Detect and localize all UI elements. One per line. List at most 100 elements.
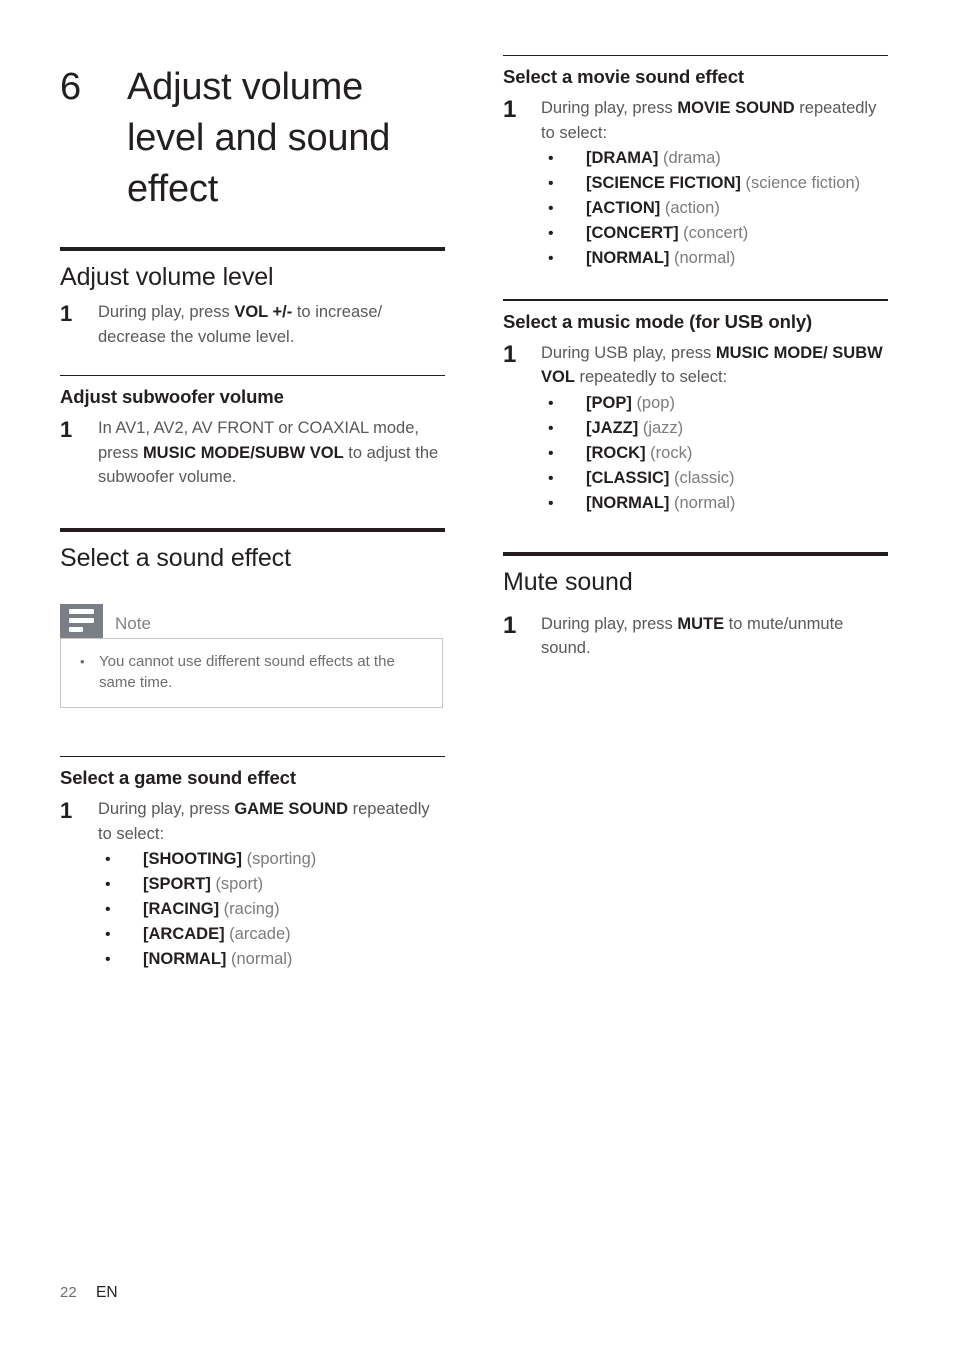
option-term: [POP] [586, 393, 632, 412]
step-key: VOL +/- [234, 303, 293, 321]
section-heading-select-a-movie-sound-effect: Select a movie sound effect [503, 66, 744, 88]
section-heading-select-a-game-sound-effect: Select a game sound effect [60, 767, 296, 789]
option-list-music-mode: • [POP] (pop) • [JAZZ] (jazz) • [ROCK] (roc… [541, 391, 888, 516]
option-desc: (pop) [636, 393, 675, 412]
bullet-icon: • [105, 926, 111, 944]
option-term: [DRAMA] [586, 149, 659, 168]
step-select-music-mode: 1 During USB play, press MUSIC MODE/ SUB… [503, 341, 888, 390]
step-text: During play, press MOVIE SOUND repeatedl… [541, 96, 888, 145]
option-term: [NORMAL] [143, 950, 227, 969]
bullet-icon: • [548, 494, 554, 512]
section-heading-adjust-volume-level: Adjust volume level [60, 263, 274, 291]
option-list-game-sound: • [SHOOTING] (sporting) • [SPORT] (sport) … [98, 847, 445, 972]
step-mute-sound: 1 During play, press MUTE to mute/unmute… [503, 612, 888, 661]
option-desc: (jazz) [642, 418, 684, 437]
option-desc: (rock) [650, 443, 693, 462]
option-desc: (arcade) [229, 925, 291, 944]
option-term: [RACING] [143, 900, 220, 919]
option-desc: (normal) [231, 950, 293, 969]
section-select-a-sound-effect: Select a sound effect Note • You cannot u… [60, 527, 445, 708]
option-desc: (drama) [663, 149, 721, 168]
option-term: [ROCK] [586, 443, 646, 462]
right-column: Select a movie sound effect 1 During pla… [503, 0, 888, 661]
step-number: 1 [503, 611, 517, 639]
section-heading-mute-sound: Mute sound [503, 567, 633, 596]
option-list-movie-sound: • [DRAMA] (drama) • [SCIENCE FICTION] (sci… [541, 146, 888, 271]
step-text-before: During USB play, press [541, 343, 716, 362]
step-text: During play, press GAME SOUND repeatedly… [98, 797, 445, 846]
option-term: [SPORT] [143, 875, 211, 894]
bullet-icon: • [548, 150, 554, 168]
note-icon-bar [69, 618, 94, 624]
manual-page: 6 Adjust volume level and sound effect A… [0, 0, 954, 1350]
chapter-heading: 6 Adjust volume level and sound effect [60, 0, 445, 215]
bullet-icon: • [105, 901, 111, 919]
section-heading-select-a-sound-effect: Select a sound effect [60, 543, 291, 572]
step-text-before: During play, press [541, 99, 678, 118]
note-label: Note [115, 613, 151, 633]
option-list-item: • [SCIENCE FICTION] (science fiction) [541, 171, 888, 196]
option-list-item: • [POP] (pop) [541, 391, 888, 416]
step-select-movie-sound: 1 During play, press MOVIE SOUND repeate… [503, 96, 888, 145]
note-icon [60, 603, 103, 638]
bullet-icon: • [105, 851, 111, 869]
note-box: Note • You cannot use different sound eff… [60, 603, 443, 708]
footer-language: EN [96, 1284, 118, 1301]
bullet-icon: • [548, 444, 554, 462]
step-text: During USB play, press MUSIC MODE/ SUBW … [541, 341, 888, 390]
section-rule-thin [60, 375, 445, 377]
section-adjust-subwoofer-volume: Adjust subwoofer volume 1 In AV1, AV2, A… [60, 375, 445, 490]
step-number: 1 [60, 301, 73, 326]
bullet-icon: • [548, 469, 554, 487]
section-heading-adjust-subwoofer-volume: Adjust subwoofer volume [60, 386, 284, 408]
option-list-item: • [NORMAL] (normal) [541, 246, 888, 271]
step-text-before: During play, press [98, 303, 235, 321]
option-list-item: • [ARCADE] (arcade) [98, 922, 445, 947]
page-number: 22 [60, 1284, 77, 1301]
option-list-item: • [SPORT] (sport) [98, 872, 445, 897]
option-desc: (action) [664, 199, 720, 218]
option-desc: (sporting) [246, 850, 317, 869]
option-desc: (sport) [215, 875, 264, 894]
bullet-icon: • [105, 876, 111, 894]
bullet-icon: • [80, 653, 85, 669]
section-rule-thin [503, 299, 888, 301]
step-text-before: During play, press [541, 614, 678, 633]
note-item-text: You cannot use different sound effects a… [99, 652, 395, 691]
option-list-item: • [CLASSIC] (classic) [541, 466, 888, 491]
section-rule-thick [60, 527, 445, 532]
section-heading-select-a-music-mode: Select a music mode (for USB only) [503, 310, 813, 332]
bullet-icon: • [548, 419, 554, 437]
option-list-item: • [NORMAL] (normal) [98, 947, 445, 972]
option-list-item: • [NORMAL] (normal) [541, 491, 888, 516]
note-list: • You cannot use different sound effects … [75, 651, 428, 693]
chapter-title: Adjust volume level and sound effect [127, 66, 391, 210]
option-list-item: • [ACTION] (action) [541, 196, 888, 221]
option-list-item: • [RACING] (racing) [98, 897, 445, 922]
bullet-icon: • [548, 225, 554, 243]
option-desc: (normal) [674, 493, 736, 512]
option-desc: (normal) [674, 249, 736, 268]
bullet-icon: • [548, 175, 554, 193]
option-term: [JAZZ] [586, 418, 639, 437]
bullet-icon: • [548, 394, 554, 412]
bullet-icon: • [548, 200, 554, 218]
step-key: MOVIE SOUND [677, 99, 795, 118]
section-rule-thin [503, 55, 888, 57]
option-term: [CONCERT] [586, 224, 679, 243]
option-term: [SCIENCE FICTION] [586, 174, 741, 193]
section-select-a-music-mode: Select a music mode (for USB only) 1 Dur… [503, 299, 888, 515]
note-body: • You cannot use different sound effects … [60, 637, 443, 708]
step-number: 1 [60, 798, 73, 824]
step-key: MUTE [677, 614, 725, 633]
bullet-icon: • [548, 250, 554, 268]
note-list-item: • You cannot use different sound effects … [75, 651, 428, 693]
section-rule-thin [60, 755, 445, 758]
option-term: [NORMAL] [586, 493, 670, 512]
option-list-item: • [JAZZ] (jazz) [541, 416, 888, 441]
option-list-item: • [CONCERT] (concert) [541, 221, 888, 246]
bullet-icon: • [105, 951, 111, 969]
note-header: Note [60, 603, 443, 638]
step-text-after: repeatedly to select: [574, 368, 728, 387]
option-term: [ACTION] [586, 199, 661, 218]
